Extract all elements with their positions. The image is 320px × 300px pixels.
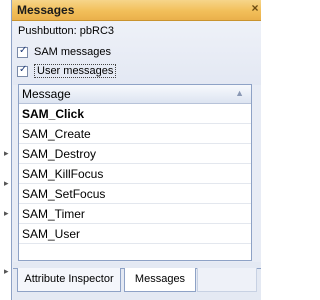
panel-title: Messages [17,3,75,17]
sam-messages-option[interactable]: SAM messages [17,44,111,60]
message-filter-area: Pushbutton: pbRC3 SAM messages User mess… [13,21,261,85]
message-list[interactable]: Message ▲ SAM_Click SAM_Create SAM_Destr… [18,84,252,261]
message-name: SAM_Timer [22,207,85,221]
sam-messages-label: SAM messages [34,46,112,58]
user-messages-checkbox[interactable] [17,64,28,77]
source-control-label: Pushbutton: pbRC3 [18,25,115,37]
user-messages-option[interactable]: User messages [17,63,117,79]
list-item[interactable]: SAM_Click [19,104,251,124]
gutter-marker: ▸ [4,209,9,219]
gutter-marker: ▸ [4,179,9,189]
editor-gutter: ▸ ▸ ▸ ▸ [0,0,11,300]
message-column-header[interactable]: Message ▲ [19,85,251,104]
user-messages-label: User messages [34,64,117,78]
list-item[interactable]: SAM_User [19,224,251,244]
gutter-marker: ▸ [4,149,9,159]
tab-attribute-inspector[interactable]: Attribute Inspector [17,268,121,292]
panel-tab-bar: Attribute Inspector Messages [13,262,261,300]
list-item[interactable]: SAM_Destroy [19,144,251,164]
list-item[interactable]: SAM_SetFocus [19,184,251,204]
list-item[interactable]: SAM_Timer [19,204,251,224]
message-name: SAM_Destroy [22,147,97,161]
list-item[interactable]: SAM_KillFocus [19,164,251,184]
gutter-marker: ▸ [4,267,9,277]
close-icon[interactable]: × [250,1,260,15]
tab-bar-filler [197,268,257,292]
sort-ascending-icon[interactable]: ▲ [235,88,244,98]
message-name: SAM_KillFocus [22,167,104,181]
panel-titlebar[interactable]: Messages × [12,0,261,21]
message-name: SAM_Click [22,107,85,121]
sam-messages-checkbox[interactable] [17,45,28,58]
list-item[interactable]: SAM_Create [19,124,251,144]
message-name: SAM_User [22,227,81,241]
tab-messages[interactable]: Messages [124,268,196,292]
message-name: SAM_Create [22,127,91,141]
message-name: SAM_SetFocus [22,187,106,201]
messages-panel: Messages × Pushbutton: pbRC3 SAM message… [11,0,261,300]
column-header-label: Message [22,87,71,101]
